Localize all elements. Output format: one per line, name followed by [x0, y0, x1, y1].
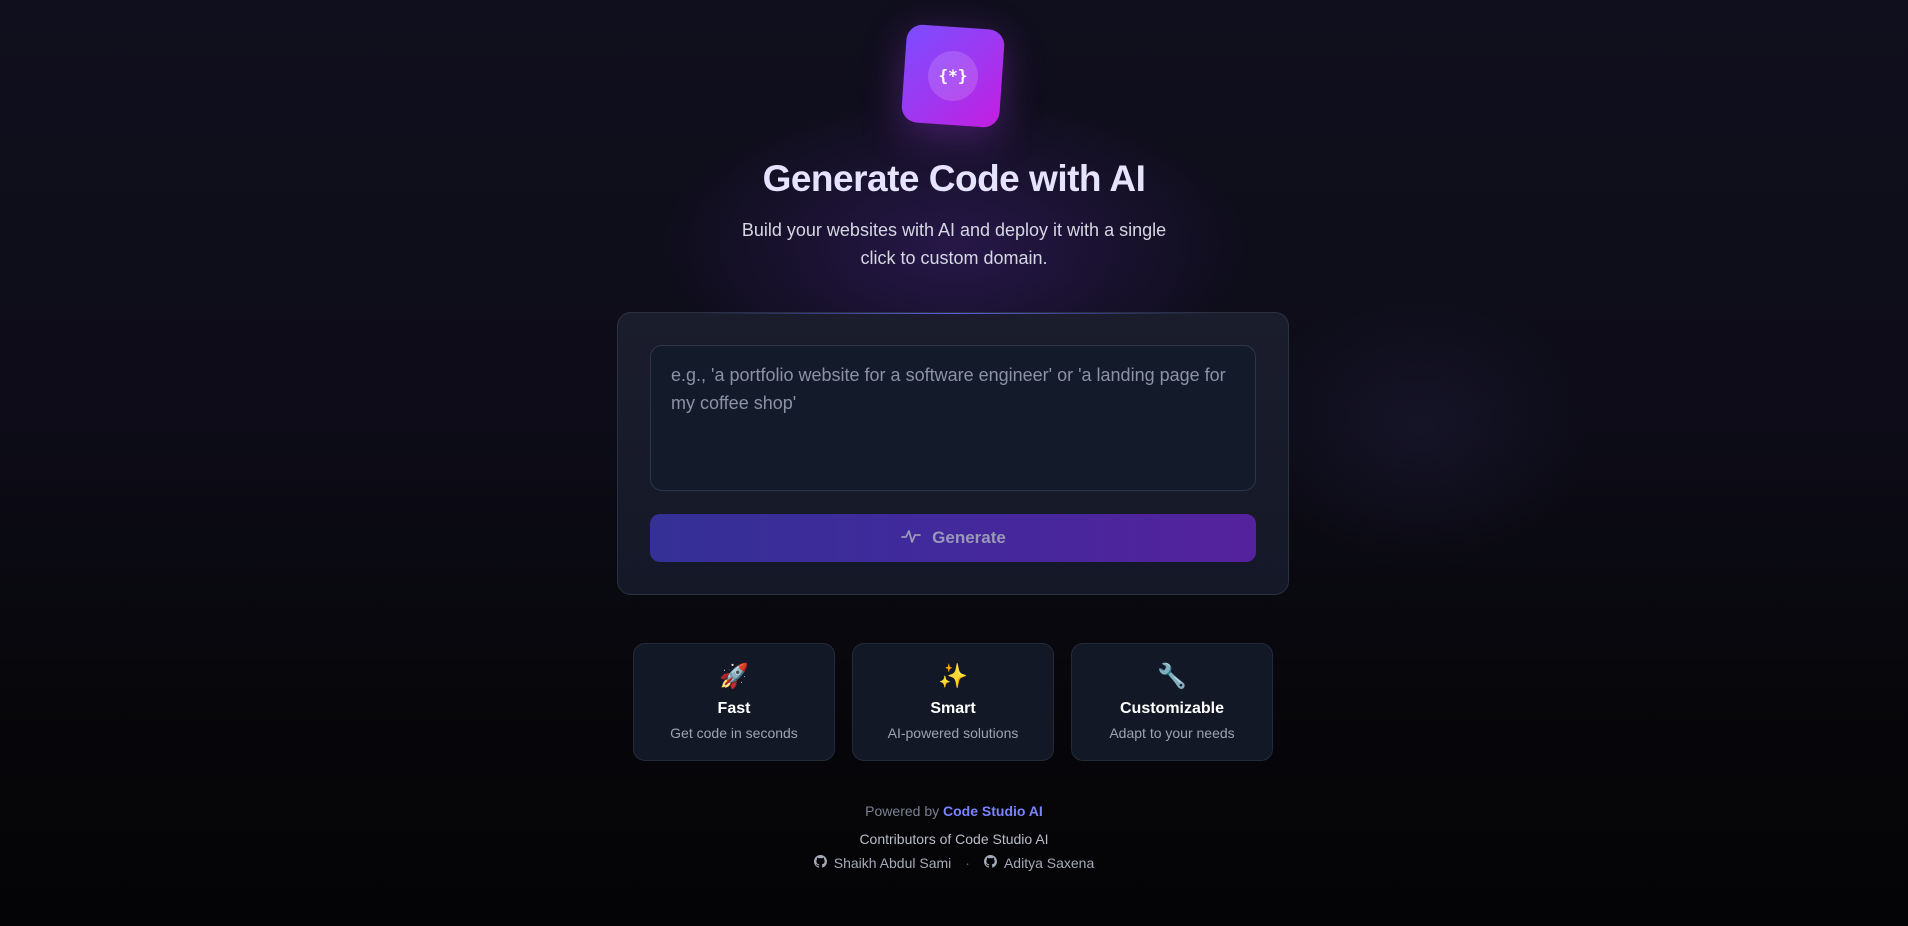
feature-desc: Adapt to your needs — [1109, 725, 1235, 741]
github-icon — [983, 855, 997, 871]
feature-card-smart: ✨ Smart AI-powered solutions — [852, 643, 1054, 761]
page-title: Generate Code with AI — [762, 158, 1146, 199]
feature-card-fast: 🚀 Fast Get code in seconds — [633, 643, 835, 761]
feature-title: Smart — [930, 700, 976, 717]
contributor-link-aditya[interactable]: Aditya Saxena — [983, 855, 1095, 871]
feature-desc: AI-powered solutions — [887, 725, 1019, 741]
page-subtitle: Build your websites with AI and deploy i… — [741, 220, 1167, 268]
rocket-icon: 🚀 — [719, 663, 749, 690]
code-brackets-icon: {*} — [928, 51, 978, 101]
separator: · — [965, 855, 970, 871]
app-logo: {*} — [900, 23, 1006, 129]
generate-button[interactable]: Generate — [650, 514, 1256, 562]
feature-title: Customizable — [1119, 700, 1224, 717]
contributors-list: Shaikh Abdul Sami · Aditya Saxena — [0, 855, 1908, 871]
prompt-panel: Generate — [617, 312, 1289, 595]
contributors-title: Contributors of Code Studio AI — [859, 831, 1049, 847]
feature-desc: Get code in seconds — [670, 725, 798, 741]
sparkles-icon: ✨ — [938, 663, 968, 690]
feature-cards: 🚀 Fast Get code in seconds ✨ Smart AI-po… — [633, 643, 1273, 761]
contributor-link-shaikh[interactable]: Shaikh Abdul Sami — [813, 855, 952, 871]
prompt-input[interactable] — [650, 345, 1256, 491]
contributor-name: Aditya Saxena — [1003, 855, 1095, 871]
powered-brand-link[interactable]: Code Studio AI — [943, 803, 1043, 819]
powered-by: Powered by Code Studio AI — [0, 803, 1908, 819]
github-icon — [813, 855, 827, 871]
powered-prefix: Powered by — [865, 803, 940, 819]
sparkle-icon — [900, 527, 922, 550]
feature-title: Fast — [717, 700, 751, 717]
generate-label: Generate — [932, 528, 1006, 547]
feature-card-customizable: 🔧 Customizable Adapt to your needs — [1071, 643, 1273, 761]
contributor-name: Shaikh Abdul Sami — [833, 855, 952, 871]
wrench-icon: 🔧 — [1157, 663, 1187, 690]
svg-text:{*}: {*} — [939, 66, 968, 85]
